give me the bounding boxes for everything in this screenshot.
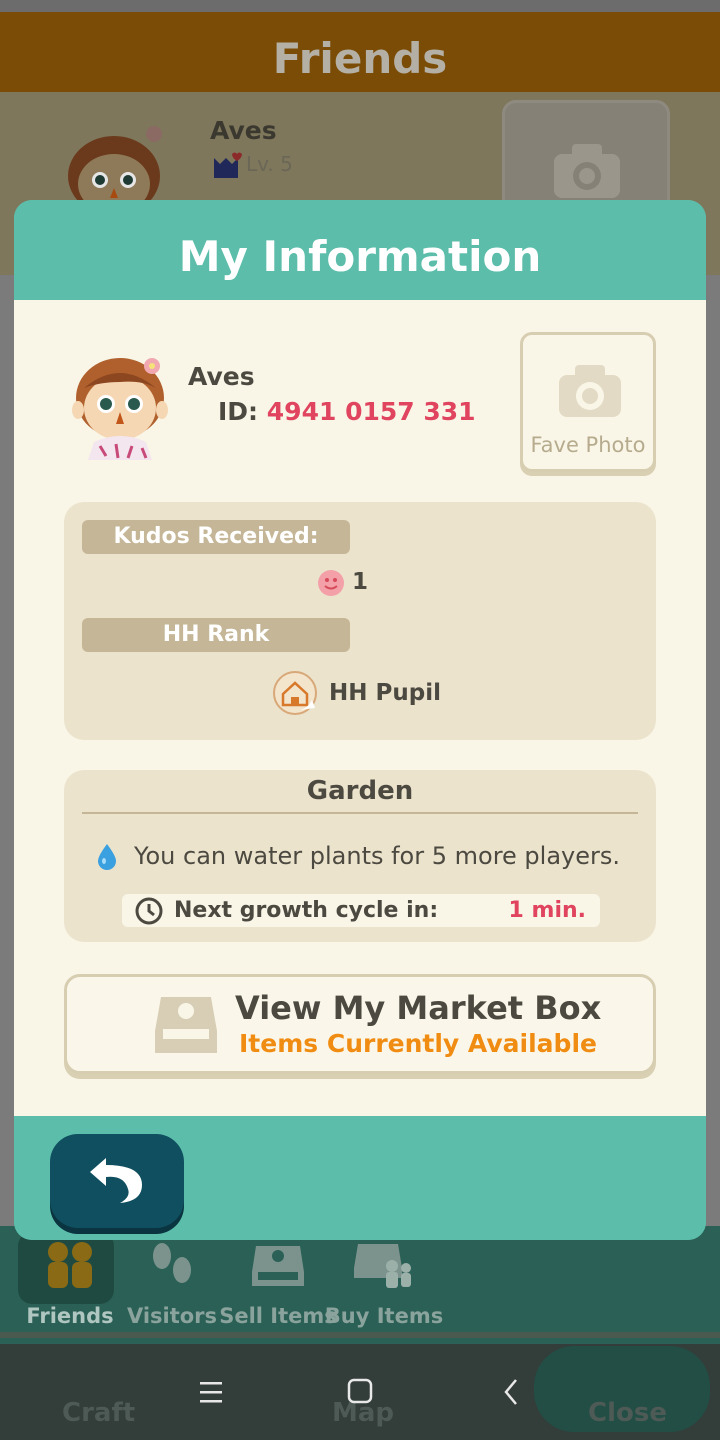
garden-divider xyxy=(82,812,638,814)
friend-level: Lv. 5 xyxy=(246,152,293,176)
market-box-status: Items Currently Available xyxy=(239,1029,597,1058)
tab-buy-items[interactable]: Buy Items xyxy=(325,1232,443,1332)
rank-label: HH Rank xyxy=(82,618,350,652)
close-label[interactable]: Close xyxy=(588,1398,667,1428)
kudos-rank-panel: Kudos Received: 1 HH Rank HH Pupil xyxy=(64,502,656,740)
back-nav-icon[interactable] xyxy=(490,1372,534,1412)
garden-panel: Garden You can water plants for 5 more p… xyxy=(64,770,656,942)
tab-sell-items[interactable]: Sell Items xyxy=(219,1232,337,1332)
tab-label: Buy Items xyxy=(324,1304,444,1328)
camera-icon xyxy=(559,365,621,417)
modal-header: My Information xyxy=(14,200,706,300)
player-name: Aves xyxy=(188,362,255,391)
water-info-text: You can water plants for 5 more players. xyxy=(134,842,621,870)
screen-title: Friends xyxy=(272,34,448,83)
player-avatar xyxy=(72,358,168,460)
growth-cycle-box: Next growth cycle in: 1 min. xyxy=(122,894,600,927)
craft-label[interactable]: Craft xyxy=(62,1398,135,1428)
top-bar: Friends xyxy=(0,0,720,92)
modal-title: My Information xyxy=(178,232,542,281)
shop-people-icon xyxy=(354,1244,411,1288)
kudos-label: Kudos Received: xyxy=(82,520,350,554)
kudos-count: 1 xyxy=(352,569,369,595)
water-drop-icon xyxy=(98,844,116,870)
home-icon[interactable] xyxy=(338,1372,382,1412)
growth-cycle-value: 1 min. xyxy=(508,898,586,923)
clock-icon xyxy=(135,897,163,925)
recent-apps-icon[interactable] xyxy=(188,1372,232,1412)
player-id-value: 4941 0157 331 xyxy=(266,397,476,426)
player-id: ID: 4941 0157 331 xyxy=(218,397,476,426)
camera-icon xyxy=(554,144,620,198)
market-box-title: View My Market Box xyxy=(235,989,602,1027)
back-button[interactable] xyxy=(50,1134,184,1228)
smiley-icon xyxy=(318,570,344,596)
my-information-modal: My Information Aves ID: 4941 0157 331 Fa… xyxy=(14,200,706,1240)
back-arrow-icon xyxy=(90,1158,142,1203)
market-box-icon xyxy=(252,1246,304,1286)
fave-photo-button[interactable]: Fave Photo xyxy=(520,332,656,472)
view-market-box-button[interactable]: View My Market Box Items Currently Avail… xyxy=(64,974,656,1074)
friend-name: Aves xyxy=(210,116,277,145)
nav-divider xyxy=(0,1332,720,1338)
footprints-icon xyxy=(153,1243,191,1283)
tab-visitors[interactable]: Visitors xyxy=(122,1232,222,1332)
market-box-icon xyxy=(155,997,217,1053)
player-id-label: ID: xyxy=(218,397,259,426)
fave-photo-label: Fave Photo xyxy=(530,433,646,457)
growth-cycle-label: Next growth cycle in: xyxy=(174,898,439,923)
rank-value: HH Pupil xyxy=(329,680,441,706)
garden-title: Garden xyxy=(306,776,414,806)
friends-icon xyxy=(48,1242,92,1288)
tab-friends[interactable]: Friends xyxy=(18,1232,120,1332)
cat-level-icon xyxy=(214,152,242,178)
friend-avatar xyxy=(68,126,162,208)
house-badge-icon xyxy=(273,671,317,715)
